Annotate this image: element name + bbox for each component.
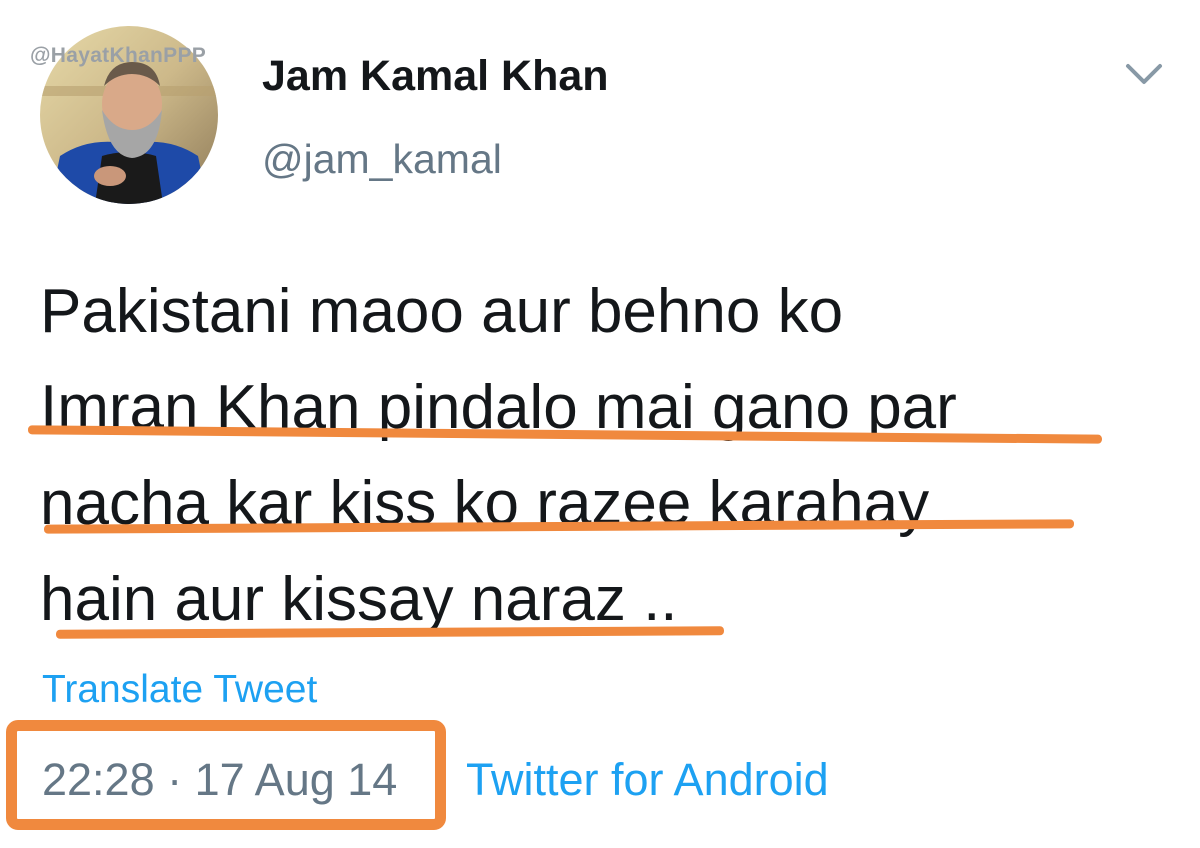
author-display-name[interactable]: Jam Kamal Khan (262, 52, 609, 101)
tweet-source-link[interactable]: Twitter for Android (466, 754, 829, 806)
watermark-text: @HayatKhanPPP (30, 44, 207, 67)
tweet-timestamp[interactable]: 22:28 · 17 Aug 14 (42, 754, 397, 806)
tweet-line: Pakistani maoo aur behno ko (40, 277, 844, 346)
chevron-down-icon[interactable] (1124, 60, 1164, 88)
tweet-line: nacha kar kiss ko razee karahay (40, 469, 930, 538)
tweet-text: Pakistani maoo aur behno ko Imran Khan p… (40, 264, 1160, 648)
translate-tweet-link[interactable]: Translate Tweet (42, 668, 317, 712)
author-handle[interactable]: @jam_kamal (262, 136, 502, 183)
